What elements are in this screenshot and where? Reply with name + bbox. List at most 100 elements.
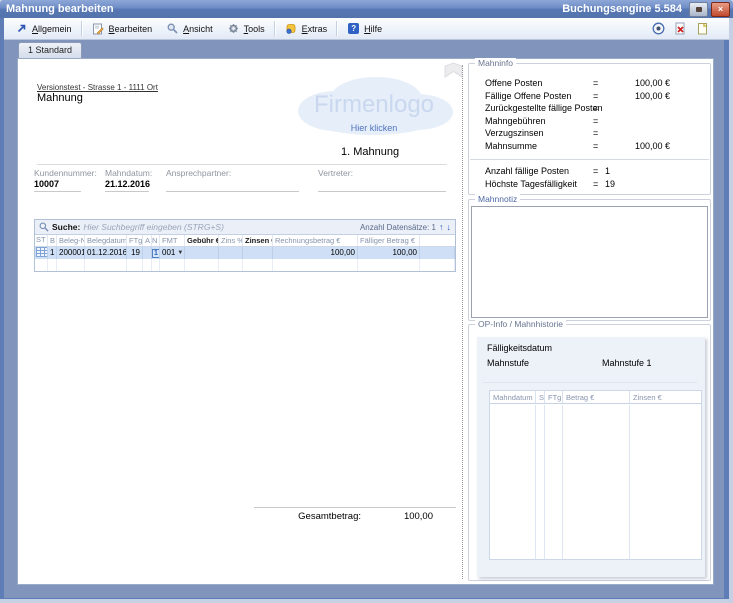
mahninfo-row: Verzugszinsen= [469,128,710,140]
col-gebuehr[interactable]: Gebühr € [185,235,219,246]
company-logo-placeholder[interactable]: Firmenlogo Hier klicken [291,73,457,139]
field-underline [105,191,149,192]
cell-filler [420,247,455,259]
col-zinsen[interactable]: Zinsen € [243,235,273,246]
col-s[interactable]: S [536,391,545,403]
col-zins-prozent[interactable]: Zins % [219,235,243,246]
mahninfo-row: Zurückgestellte fällige Posten= [469,103,710,115]
mahninfo-label: Fällige Offene Posten [485,91,571,101]
gear-icon [227,22,240,35]
minimize-button[interactable] [689,2,708,17]
window-edge-bottom [0,599,733,603]
row-grid-icon[interactable] [35,247,48,259]
positions-table: Suche: Hier Suchbegriff eingeben (STRG+S… [34,219,456,272]
cell-n[interactable]: 1 [152,247,160,259]
arrow-up-right-icon [15,22,28,35]
col-faelliger-betrag[interactable]: Fälliger Betrag € [358,235,420,246]
col-belegdatum[interactable]: Belegdatum [85,235,127,246]
mahnnotiz-group: Mahnnotiz [468,199,711,321]
mahninfo-label: Zurückgestellte fällige Posten [485,103,603,113]
mahninfo-value: 1 [605,166,610,176]
col-st[interactable]: ST [35,235,48,246]
col-rechnungsbetrag[interactable]: Rechnungsbetrag € [273,235,358,246]
menu-allgemein[interactable]: Allgemein [8,19,79,39]
mahninfo-value: 19 [605,179,615,189]
cell-zinsen[interactable] [243,247,273,259]
search-bar[interactable]: Suche: Hier Suchbegriff eingeben (STRG+S… [35,220,455,235]
mahninfo-label: Anzahl fällige Posten [485,166,569,176]
empty-cell [243,259,273,271]
logo-placeholder-text: Firmenlogo [291,91,457,119]
col-fmt[interactable]: FMT [160,235,185,246]
document-type-label: Mahnung [37,92,83,104]
mahnnotiz-legend: Mahnnotiz [475,194,520,204]
menu-extras[interactable]: Extras [278,19,335,39]
history-column [545,405,563,559]
col-n[interactable]: N [152,235,160,246]
op-info-legend: OP-Info / Mahnhistorie [475,319,566,329]
empty-cell [57,259,85,271]
cell-beleg-nr: 200001 [57,247,85,259]
new-document-button[interactable] [693,20,711,38]
records-count-label: Anzahl Datensätze: 1 [360,223,436,232]
history-table: Mahndatum S FTg Betrag € Zinsen € [489,390,702,560]
equals-sign: = [593,78,598,88]
dropdown-arrow-icon[interactable]: ▼ [177,250,183,256]
client-area: 1 Standard Versionstest - Strasse 1 - 11… [4,40,724,598]
field-underline [318,191,446,192]
cell-ftg: 19 [127,247,143,259]
empty-cell [219,259,243,271]
col-filler [420,235,455,246]
mahninfo-legend: Mahninfo [475,58,516,68]
sort-up-button[interactable]: ↑ [439,223,444,232]
close-icon: × [718,4,723,15]
mahnstufe-value: Mahnstufe 1 [602,358,652,368]
mahninfo-label: Höchste Tagesfälligkeit [485,179,577,189]
logo-click-hint[interactable]: Hier klicken [291,123,457,133]
ribbon-icon [444,62,463,84]
total-value: 100,00 [363,511,433,522]
empty-cell [185,259,219,271]
menu-label: Bearbeiten [109,24,153,34]
equals-sign: = [593,166,598,176]
cell-rechnungsbetrag: 100,00 [273,247,358,259]
tab-standard[interactable]: 1 Standard [18,42,82,58]
col-ftg[interactable]: FTg [545,391,563,403]
menu-bearbeiten[interactable]: Bearbeiten [85,19,160,39]
empty-cell [420,259,455,271]
field-label: Ansprechpartner: [166,168,231,178]
n-checkbox[interactable]: 1 [152,249,160,258]
mahnnotiz-textarea[interactable] [471,206,708,318]
col-mahndatum[interactable]: Mahndatum [490,391,536,403]
sort-down-button[interactable]: ↓ [447,223,452,232]
titlebar: Mahnung bearbeiten Buchungsengine 5.584 … [0,0,733,18]
menu-hilfe[interactable]: ? Hilfe [340,19,389,39]
menu-tools[interactable]: Tools [220,19,272,39]
total-divider [254,507,456,508]
col-a[interactable]: A [143,235,152,246]
table-header-row: ST B Beleg-Nr. Belegdatum FTg A N FMT Ge… [35,235,455,247]
toolbar: Allgemein Bearbeiten Ansicht Tools [4,18,729,40]
table-row-selected[interactable]: 1 200001 01.12.2016 19 1 001▼ 100,00 100… [35,247,455,259]
field-ansprechpartner[interactable]: Ansprechpartner: [166,168,299,193]
cell-faelliger-betrag: 100,00 [358,247,420,259]
col-ftg[interactable]: FTg [127,235,143,246]
cell-fmt[interactable]: 001▼ [160,247,185,259]
window-edge-right [729,18,733,603]
field-vertreter[interactable]: Vertreter: [318,168,446,193]
close-button[interactable]: × [711,2,730,17]
empty-cell [273,259,358,271]
menu-label: Allgemein [32,24,72,34]
col-betrag[interactable]: Betrag € [563,391,630,403]
col-zinsen[interactable]: Zinsen € [630,391,701,403]
field-kundennummer[interactable]: Kundennummer: 10007 [34,168,81,193]
field-mahndatum[interactable]: Mahndatum: 21.12.2016 [105,168,149,193]
search-input[interactable]: Hier Suchbegriff eingeben (STRG+S) [83,222,357,232]
disc-button[interactable] [649,20,667,38]
cell-gebuehr[interactable] [185,247,219,259]
field-label: Mahndatum: [105,168,152,178]
col-b[interactable]: B [48,235,57,246]
col-beleg-nr[interactable]: Beleg-Nr. [57,235,85,246]
menu-ansicht[interactable]: Ansicht [159,19,220,39]
delete-document-button[interactable] [671,20,689,38]
